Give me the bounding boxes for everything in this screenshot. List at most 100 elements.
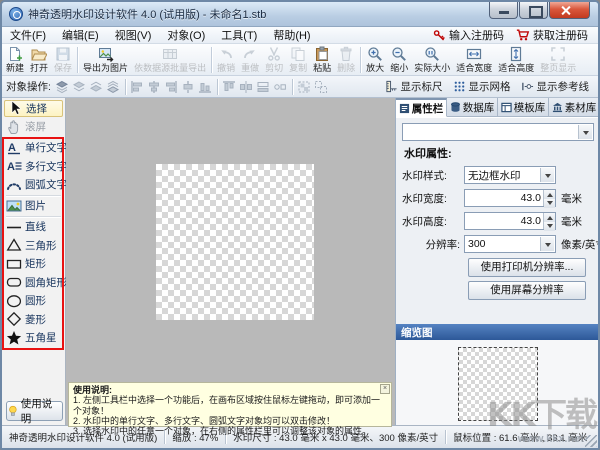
style-dropdown[interactable]: 无边框水印 [464,166,556,184]
align-center-vertical-icon [180,78,197,95]
tool-diamond[interactable]: 菱形 [4,311,63,328]
title-bar[interactable]: 神奇透明水印设计软件 4.0 (试用版) - 未命名1.stb [2,2,598,26]
cut-icon [266,46,282,62]
menu-object[interactable]: 对象(O) [159,27,213,43]
zoom-in-button[interactable]: 放大 [363,45,387,74]
tool-separator [6,216,61,217]
fit-width-icon [466,46,482,62]
toolbar-separator [77,47,78,73]
height-stepper[interactable]: 43.0 [464,212,556,230]
menu-file[interactable]: 文件(F) [2,27,54,43]
site-watermark-logo: KK下载 [487,388,596,436]
tool-arc-text[interactable]: 圆弧文字 [4,176,63,193]
chevron-down-icon [578,125,592,139]
watermark-canvas[interactable] [156,164,314,320]
thumbnail-header: 缩览图 [396,324,600,340]
guides-icon [521,80,534,93]
menu-edit[interactable]: 编辑(E) [54,27,107,43]
object-toolbar: 对象操作: 显示标尺 显示网格 显示参 [2,76,598,98]
fit-width-button[interactable]: 适合宽度 [453,45,495,74]
style-label: 水印样式: [402,168,464,183]
bring-to-front-icon [54,78,71,95]
spin-up-icon[interactable] [544,213,555,222]
tool-image[interactable]: 图片 [4,197,63,214]
open-button[interactable]: 打开 [27,45,51,74]
maximize-button[interactable] [519,2,548,19]
line-icon [6,219,22,235]
bring-forward-icon [71,78,88,95]
tool-star[interactable]: 五角星 [4,329,63,346]
whole-page-button: 整页显示 [537,45,579,74]
rectangle-icon [6,256,22,272]
export-image-icon [98,46,114,62]
new-button[interactable]: 新建 [3,45,27,74]
distribute-horizontal-icon [238,78,255,95]
actual-size-button[interactable]: 实际大小 [411,45,453,74]
new-document-icon [7,46,23,62]
tool-line[interactable]: 直线 [4,218,63,235]
spin-up-icon[interactable] [544,190,555,199]
tool-select[interactable]: 选择 [4,100,63,117]
resolution-dropdown[interactable]: 300 [464,235,556,253]
show-grid-toggle[interactable]: 显示网格 [448,78,516,95]
resolution-label: 分辨率: [402,237,464,252]
toolbar-separator [360,47,361,73]
diamond-icon [6,311,22,327]
chevron-down-icon [540,237,554,251]
spin-down-icon[interactable] [544,222,555,231]
tool-rectangle[interactable]: 矩形 [4,255,63,272]
show-guides-toggle[interactable]: 显示参考线 [516,78,595,95]
chevron-down-icon [540,168,554,182]
window-title: 神奇透明水印设计软件 4.0 (试用版) - 未命名1.stb [28,6,266,22]
same-width-icon [255,78,272,95]
align-right-icon [163,78,180,95]
toolbar-separator [125,79,126,95]
toolbar-separator [211,47,212,73]
object-selector-dropdown[interactable] [402,123,594,141]
tool-rounded-rectangle[interactable]: 圆角矩形 [4,274,63,291]
tool-circle[interactable]: 圆形 [4,292,63,309]
get-register-code-label: 获取注册码 [533,27,588,43]
tool-separator [6,195,61,196]
usage-help-button[interactable]: 使用说明 [6,401,63,421]
show-ruler-toggle[interactable]: 显示标尺 [380,78,448,95]
canvas-workspace[interactable] [66,98,395,427]
tab-templates[interactable]: 模板库 [498,98,549,117]
get-register-code-button[interactable]: 获取注册码 [512,27,592,43]
menu-view[interactable]: 视图(V) [107,27,160,43]
menu-help[interactable]: 帮助(H) [265,27,318,43]
database-icon [450,102,461,113]
enter-register-code-button[interactable]: 输入注册码 [429,27,508,43]
tab-properties[interactable]: 属性栏 [396,98,447,117]
zoom-out-button[interactable]: 缩小 [387,45,411,74]
tool-single-line-text[interactable]: A 单行文字 [4,139,63,156]
delete-icon [338,46,354,62]
cart-icon [516,28,530,42]
usage-close-icon[interactable]: × [380,384,390,394]
export-image-button[interactable]: 导出为图片 [80,45,131,74]
copy-icon [290,46,306,62]
tool-triangle[interactable]: 三角形 [4,237,63,254]
grid-icon [453,80,466,93]
batch-export-icon [162,46,178,62]
properties-icon [399,103,410,114]
resize-grip[interactable] [585,435,597,447]
minimize-button[interactable] [489,2,518,19]
close-button[interactable] [549,2,590,19]
batch-export-button: 依数据源批量导出 [131,45,209,74]
use-printer-resolution-button[interactable]: 使用打印机分辨率... [468,258,586,277]
tab-database[interactable]: 数据库 [447,98,498,117]
right-panel: 属性栏 数据库 模板库 素材库 水印属性: 水印样式: 无边框水印 [395,98,600,427]
tool-multi-line-text[interactable]: A 多行文字 [4,158,63,175]
align-bottom-icon [197,78,214,95]
tab-materials[interactable]: 素材库 [549,98,600,117]
actual-size-icon [424,46,440,62]
width-stepper[interactable]: 43.0 [464,189,556,207]
spin-down-icon[interactable] [544,199,555,208]
width-label: 水印宽度: [402,191,464,206]
paste-button[interactable]: 粘贴 [310,45,334,74]
use-screen-resolution-button[interactable]: 使用屏幕分辨率 [468,281,586,300]
menu-tools[interactable]: 工具(T) [213,27,265,43]
fit-height-button[interactable]: 适合高度 [495,45,537,74]
tool-separator [6,137,61,138]
